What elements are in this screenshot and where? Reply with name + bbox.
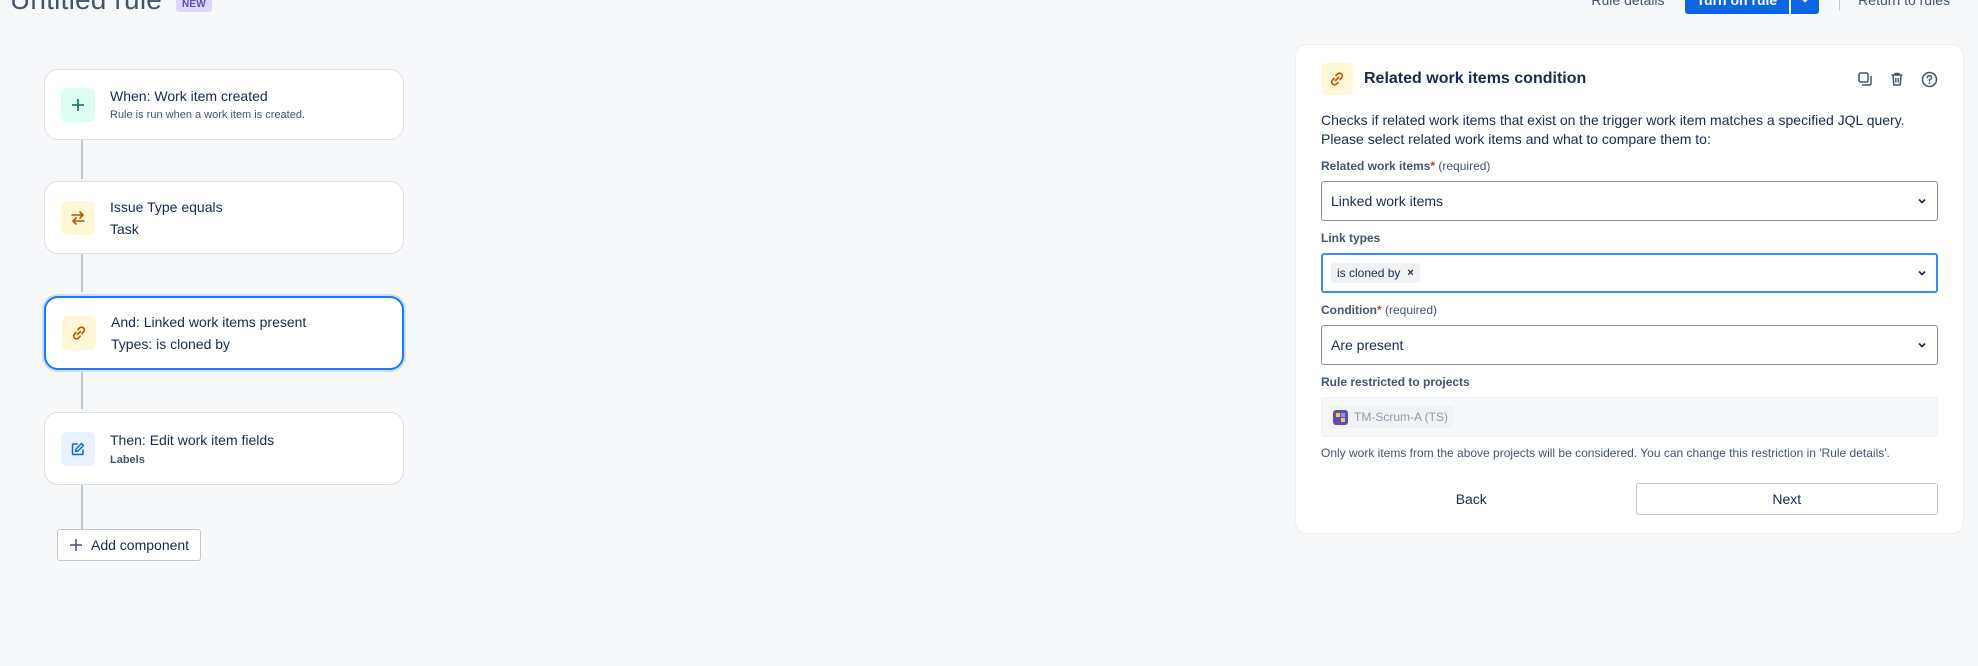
required-text: (required) [1385, 303, 1438, 317]
condition-select[interactable]: Are present [1321, 325, 1938, 365]
label-text: Condition [1321, 303, 1377, 317]
chevron-down-icon [1916, 339, 1928, 351]
panel-header: Related work items condition [1321, 62, 1938, 96]
chevron-down-icon [1916, 195, 1928, 207]
header-actions: Rule details Turn on rule Return to rule… [1591, 0, 1950, 14]
select-value: Are present [1331, 337, 1404, 353]
rule-details-link[interactable]: Rule details [1591, 0, 1664, 8]
add-component-label: Add component [91, 537, 190, 553]
link-icon [1321, 63, 1353, 95]
link-types-multiselect[interactable]: is cloned by × [1321, 253, 1938, 293]
help-icon[interactable] [1920, 70, 1938, 88]
header-divider [1839, 0, 1841, 11]
restricted-projects-label: Rule restricted to projects [1321, 375, 1470, 389]
link-type-tag: is cloned by × [1331, 263, 1420, 283]
flow-step-subtitle: Task [110, 220, 139, 237]
add-component-button[interactable]: Add component [57, 529, 202, 561]
condition-label: Condition* (required) [1321, 302, 1938, 318]
page-title: Untitled rule NEW [10, 0, 212, 16]
flow-connector [81, 367, 83, 409]
flow-step-title: When: Work item created [110, 88, 268, 104]
flow-connector [81, 481, 83, 529]
chevron-down-icon [1916, 267, 1928, 279]
copy-icon[interactable] [1856, 70, 1874, 88]
rule-title: Untitled rule [10, 0, 162, 16]
swap-arrows-icon [61, 200, 95, 235]
flow-step-trigger[interactable]: When: Work item created Rule is run when… [44, 69, 404, 140]
flow-step-linked-items-condition[interactable]: And: Linked work items present Types: is… [44, 296, 404, 370]
panel-header-actions [1856, 70, 1938, 88]
project-name: TM-Scrum-A (TS) [1354, 410, 1448, 424]
panel-footer: Back Next [1321, 483, 1938, 515]
label-text: Related work items [1321, 159, 1431, 173]
restricted-projects-field: TM-Scrum-A (TS) [1321, 397, 1938, 437]
flow-step-edit-fields-action[interactable]: Then: Edit work item fields Labels [44, 412, 404, 485]
component-config-panel: Related work items condition Checks if r… [1296, 45, 1963, 533]
link-types-label: Link types [1321, 231, 1381, 245]
flow-connector [81, 139, 83, 179]
related-work-items-label: Related work items* (required) [1321, 158, 1938, 174]
trash-icon[interactable] [1888, 70, 1906, 88]
flow-step-title: And: Linked work items present [111, 314, 307, 330]
flow-step-title: Then: Edit work item fields [110, 431, 275, 448]
chevron-down-icon [1802, 0, 1808, 3]
plus-icon [61, 87, 95, 122]
project-chip: TM-Scrum-A (TS) [1329, 406, 1454, 428]
restriction-help-text: Only work items from the above projects … [1321, 446, 1890, 460]
back-button[interactable]: Back [1321, 483, 1622, 515]
project-avatar-icon [1333, 409, 1348, 425]
turn-on-rule-button[interactable]: Turn on rule [1684, 0, 1790, 14]
related-work-items-select[interactable]: Linked work items [1321, 181, 1938, 221]
next-button[interactable]: Next [1635, 483, 1938, 515]
tag-remove-icon[interactable]: × [1407, 267, 1413, 279]
flow-connector [81, 252, 83, 292]
panel-description: Checks if related work items that exist … [1321, 112, 1905, 147]
panel-title: Related work items condition [1364, 70, 1587, 87]
required-text: (required) [1438, 159, 1491, 173]
flow-step-issue-type-condition[interactable]: Issue Type equals Task [44, 181, 404, 254]
flow-step-subtitle: Labels [110, 453, 145, 466]
edit-icon [61, 431, 95, 466]
flow-step-title: Issue Type equals [110, 198, 223, 215]
required-marker: * [1376, 303, 1382, 317]
tag-label: is cloned by [1337, 266, 1401, 280]
flow-step-subtitle: Types: is cloned by [111, 336, 231, 352]
return-to-rules-link[interactable]: Return to rules [1858, 0, 1950, 8]
new-badge: NEW [176, 0, 212, 12]
flow-step-subtitle: Rule is run when a work item is created. [110, 109, 306, 121]
link-icon [62, 316, 96, 350]
select-value: Linked work items [1331, 193, 1444, 209]
plus-icon [70, 539, 82, 551]
turn-on-options-button[interactable] [1791, 0, 1820, 14]
required-marker: * [1430, 159, 1436, 173]
